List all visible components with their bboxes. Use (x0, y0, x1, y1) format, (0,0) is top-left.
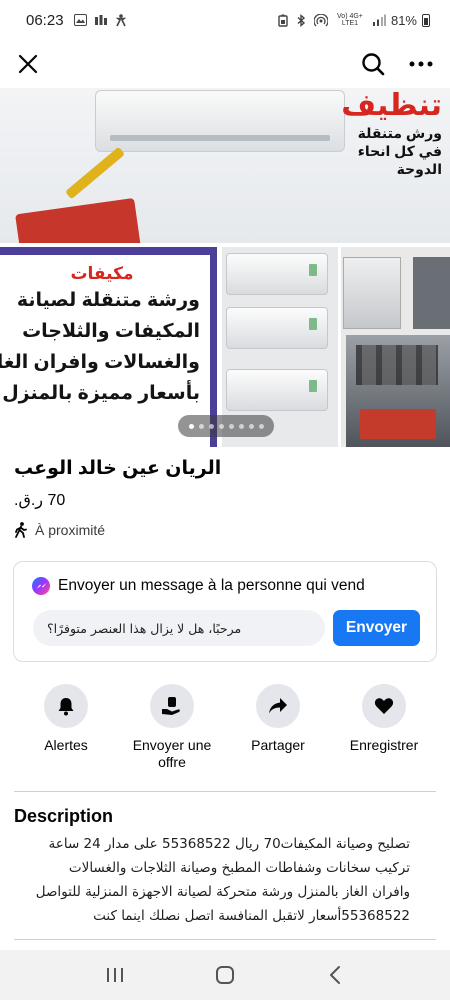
location-label: À proximité (35, 522, 106, 538)
toolbox-image (15, 197, 141, 243)
more-button[interactable] (406, 49, 436, 79)
listing-actions: Alertes Envoyer une offre Partager Enreg… (0, 684, 450, 784)
top-bar (0, 40, 450, 88)
network-label: Vo) 4G+ LTE1 (337, 13, 363, 27)
accessibility-notification-icon (114, 13, 128, 27)
appliances-image (341, 247, 450, 447)
back-button[interactable] (315, 955, 355, 995)
pager-dot[interactable] (188, 423, 194, 429)
flyer-line-3: والغسالات وافران الغاز (0, 352, 200, 373)
system-nav-bar (0, 950, 450, 1000)
status-right: Vo) 4G+ LTE1 81% (276, 13, 430, 28)
message-heading-row: Envoyer un message à la personne qui ven… (32, 577, 365, 595)
lock-battery-icon (276, 14, 290, 27)
hotspot-icon (313, 13, 328, 27)
message-heading: Envoyer un message à la personne qui ven… (58, 577, 365, 594)
share-icon (269, 698, 287, 714)
close-button[interactable] (14, 50, 42, 78)
listing-title: الريان عين خالد الوعب (14, 458, 222, 479)
app-notification-icon (94, 14, 108, 27)
more-icon (409, 61, 433, 67)
home-button[interactable] (205, 955, 245, 995)
offer-circle[interactable] (150, 684, 194, 728)
share-label: Partager (251, 737, 305, 753)
save-label: Enregistrer (349, 737, 419, 753)
alerts-circle[interactable] (44, 684, 88, 728)
status-bar: 06:23 Vo) 4G+ LTE1 81% (0, 0, 450, 40)
recent-apps-button[interactable] (95, 955, 135, 995)
pager-dot[interactable] (238, 423, 244, 429)
description-text: تصليح وصيانة المكيفات70 ريال 55368522 عل… (14, 832, 410, 928)
share-circle[interactable] (256, 684, 300, 728)
banner-text: تنظيف ورش متنقلة في كل انحاء الدوحة (341, 88, 442, 178)
banner-line-3: الدوحة (396, 161, 442, 177)
back-icon (330, 966, 340, 984)
oven-image (346, 335, 450, 447)
flyer-line-2: المكيفات والثلاجات (22, 321, 200, 342)
status-time: 06:23 (26, 11, 64, 29)
make-offer-button[interactable]: Envoyer une offre (120, 684, 224, 771)
pager-dot[interactable] (228, 423, 234, 429)
alerts-label: Alertes (44, 737, 88, 753)
offer-icon (162, 697, 180, 715)
pager-dot[interactable] (208, 423, 214, 429)
send-button[interactable]: Envoyer (333, 610, 420, 646)
divider (14, 939, 436, 940)
listing-price: 70 ر.ق. (14, 492, 66, 509)
walking-icon (15, 522, 27, 538)
ac-unit-image (226, 307, 328, 349)
fridge-image (343, 257, 401, 329)
share-button[interactable]: Partager (226, 684, 330, 754)
description-line-2: تركيب سخانات وشفاطات المطبخ وصيانة الثلا… (68, 860, 410, 876)
message-seller-card: Envoyer un message à la personne qui ven… (13, 561, 437, 662)
description-line-4: 55368522أسعار لاتقبل المنافسة اتصل نصلك … (93, 908, 410, 924)
bluetooth-icon (295, 13, 309, 27)
description-line-3: وافران الغاز بالمنزل ورشة متحركة لصيانة … (35, 884, 410, 900)
signal-icon (372, 14, 386, 27)
air-conditioner-image (95, 90, 345, 152)
battery-percent: 81% (390, 12, 417, 28)
flyer-line-1: ورشة متنقلة لصيانة (16, 290, 200, 311)
home-icon (216, 966, 234, 984)
battery-icon (422, 13, 430, 27)
description-line-1: تصليح وصيانة المكيفات70 ريال 55368522 عل… (48, 836, 410, 852)
flyer-heading: مكيفات (70, 264, 134, 283)
pager-dot[interactable] (258, 423, 264, 429)
listing-image-banner[interactable]: تنظيف ورش متنقلة في كل انحاء الدوحة (0, 88, 450, 243)
ac-unit-image (226, 369, 328, 411)
pager-dot[interactable] (218, 423, 224, 429)
banner-line-1: ورش متنقلة (357, 125, 442, 141)
message-input[interactable]: مرحبًا، هل لا يزال هذا العنصر متوفرًا؟ (33, 610, 325, 646)
save-circle[interactable] (362, 684, 406, 728)
save-button[interactable]: Enregistrer (332, 684, 436, 754)
heart-icon (374, 698, 394, 714)
search-icon (362, 53, 385, 76)
status-left: 06:23 (26, 12, 128, 29)
stove-image (413, 257, 450, 329)
ac-unit-image (226, 253, 328, 295)
gallery-notification-icon (74, 14, 88, 27)
pager-dot[interactable] (248, 423, 254, 429)
description-heading: Description (14, 806, 114, 826)
messenger-icon (32, 577, 50, 595)
tool-image (64, 146, 126, 200)
bell-icon (58, 698, 74, 716)
alerts-button[interactable]: Alertes (14, 684, 118, 754)
divider (14, 791, 436, 792)
pager-dot[interactable] (198, 423, 204, 429)
search-button[interactable] (358, 49, 388, 79)
close-icon (18, 54, 38, 74)
header-actions (358, 49, 436, 79)
location-row: À proximité (14, 522, 105, 538)
carousel-pager[interactable] (178, 415, 274, 437)
flyer-line-4: بأسعار مميزة بالمنزل (2, 383, 200, 404)
banner-line-2: في كل انحاء (357, 143, 442, 159)
banner-headline: تنظيف (341, 89, 442, 122)
make-offer-label: Envoyer une offre (132, 737, 212, 770)
recent-apps-icon (107, 968, 123, 982)
